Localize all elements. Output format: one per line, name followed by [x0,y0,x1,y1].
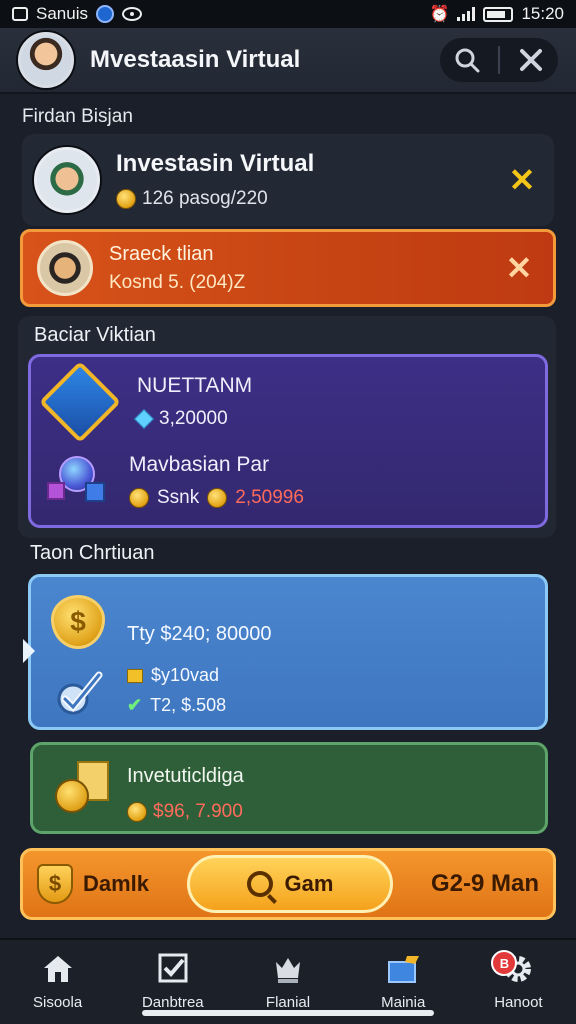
nav-label: Mainia [381,994,426,1011]
portfolio-line-1: Tty $240; 80000 [127,623,272,645]
investment-item-value-b: 2,50996 [235,487,304,508]
alert-close-button[interactable]: ✕ [499,249,539,287]
investment-item-text: Mavbasian Par Ssnk 2,50996 [129,453,304,509]
alert-title: Sraeck tlian [109,242,214,265]
home-icon [43,956,72,982]
status-time: 15:20 [521,4,564,23]
close-button[interactable] [514,43,548,77]
nav-item-settings[interactable]: B Hanoot [461,940,576,1024]
profile-balance: 126 pasog/220 [142,188,268,209]
checkbox-icon [158,953,188,983]
gem-icon [134,409,154,429]
profile-card[interactable]: Investasin Virtual 126 pasog/220 ✕ [22,134,554,226]
chest-icon [388,956,420,983]
header-divider [498,46,500,74]
eye-icon [121,7,142,21]
action-center-label: Gam [284,871,334,896]
investment-panel-title: Baciar Viktian [34,324,156,346]
report-value-row: $96, 7.900 [127,801,243,823]
nav-label: Flanial [265,994,311,1011]
bottom-nav: Sisoola Danbtrea Flanial Mainia B Hanoot [0,938,576,1024]
profile-balance-row: 126 pasog/220 [116,188,502,210]
nav-item-home[interactable]: Sisoola [0,940,115,1024]
box-icon [127,668,143,683]
action-right-button[interactable]: G2-9 Man [431,870,539,898]
page-title: Mvestaasin Virtual [90,46,301,73]
portfolio-line-3-row: ✔ T2, $.508 [127,695,226,716]
investment-item-value: 3,20000 [159,408,228,429]
action-left-button[interactable]: $ Damlk [37,864,149,904]
investment-item[interactable]: NUETTANM 3,20000 [38,360,253,444]
crystal-icon [38,360,122,444]
signal-icon [457,7,476,21]
alarm-icon: ⏰ [429,6,450,23]
nav-label: Danbtrea [141,994,204,1011]
investment-item-value-a: Ssnk [157,487,200,508]
status-bar: Sanuis ⏰ 15:20 [0,0,576,28]
section-label-portfolio: Taon Chrtiuan [30,542,155,564]
card-pointer [23,639,35,663]
portfolio-card[interactable]: $ Tty $240; 80000 $y10vad ✔ T2, $.508 [23,574,548,730]
battery-icon [483,6,514,22]
action-left-label: Damlk [83,871,150,896]
action-center-button[interactable]: Gam [187,855,393,913]
portfolio-line-3: T2, $.508 [150,695,227,715]
app-badge-icon [95,5,114,23]
section-label-profile: Firdan Bisjan [22,106,133,127]
investment-item-value-row: Ssnk 2,50996 [129,487,304,509]
report-title: Invetuticldiga [127,765,244,787]
investment-item-title: NUETTANM [137,374,253,397]
action-bar: $ Damlk Gam G2-9 Man [20,848,556,920]
notification-icon [12,7,28,21]
document-coin-icon [55,761,111,817]
check-icon: ✔ [127,695,143,715]
coin-icon [116,189,136,209]
alert-text: Sraeck tlian Kosnd 5. (204)Z [109,243,499,294]
checkmark-icon [57,671,103,715]
user-avatar[interactable] [18,32,74,88]
header-actions [440,38,558,82]
investment-panel: Baciar Viktian NUETTANM 3,20000 Mavbasia… [18,316,556,538]
search-icon [246,871,273,897]
investment-item-title: Mavbasian Par [129,453,270,476]
investment-item-value-row: 3,20000 [134,408,252,430]
alert-avatar [37,240,93,296]
dollar-shield-icon: $ [51,595,105,649]
tech-orb-icon [45,456,107,506]
coin-icon [129,488,149,508]
search-button[interactable] [450,43,484,77]
alert-subtitle: Kosnd 5. (204)Z [109,271,246,293]
report-card[interactable]: Invetuticldiga $96, 7.900 [30,742,548,834]
home-indicator[interactable] [142,1010,434,1016]
search-icon [455,48,480,73]
status-app-name: Sanuis [36,4,88,23]
status-bar-left: Sanuis [12,4,142,24]
investment-item[interactable]: Mavbasian Par Ssnk 2,50996 [45,453,304,509]
portfolio-line-2: $y10vad [151,665,220,685]
profile-avatar [34,147,100,213]
alert-banner[interactable]: Sraeck tlian Kosnd 5. (204)Z ✕ [20,229,556,307]
close-icon [520,49,542,71]
profile-text: Investasin Virtual 126 pasog/220 [116,150,502,210]
nav-label: Hanoot [494,994,543,1011]
coin-icon [127,802,147,822]
profile-name: Investasin Virtual [116,150,315,177]
investment-item-text: NUETTANM 3,20000 [134,374,253,430]
trophy-icon [276,958,300,983]
app-header: Mvestaasin Virtual [0,28,576,94]
dollar-shield-icon: $ [37,864,73,904]
status-bar-right: ⏰ 15:20 [430,4,564,24]
nav-label: Sisoola [33,994,83,1011]
report-value: $96, 7.900 [153,801,243,822]
coin-icon [207,488,228,508]
investment-card[interactable]: NUETTANM 3,20000 Mavbasian Par Ssnk 2,50… [28,354,548,528]
portfolio-line-2-row: $y10vad [127,665,219,686]
profile-close-button[interactable]: ✕ [502,161,542,199]
